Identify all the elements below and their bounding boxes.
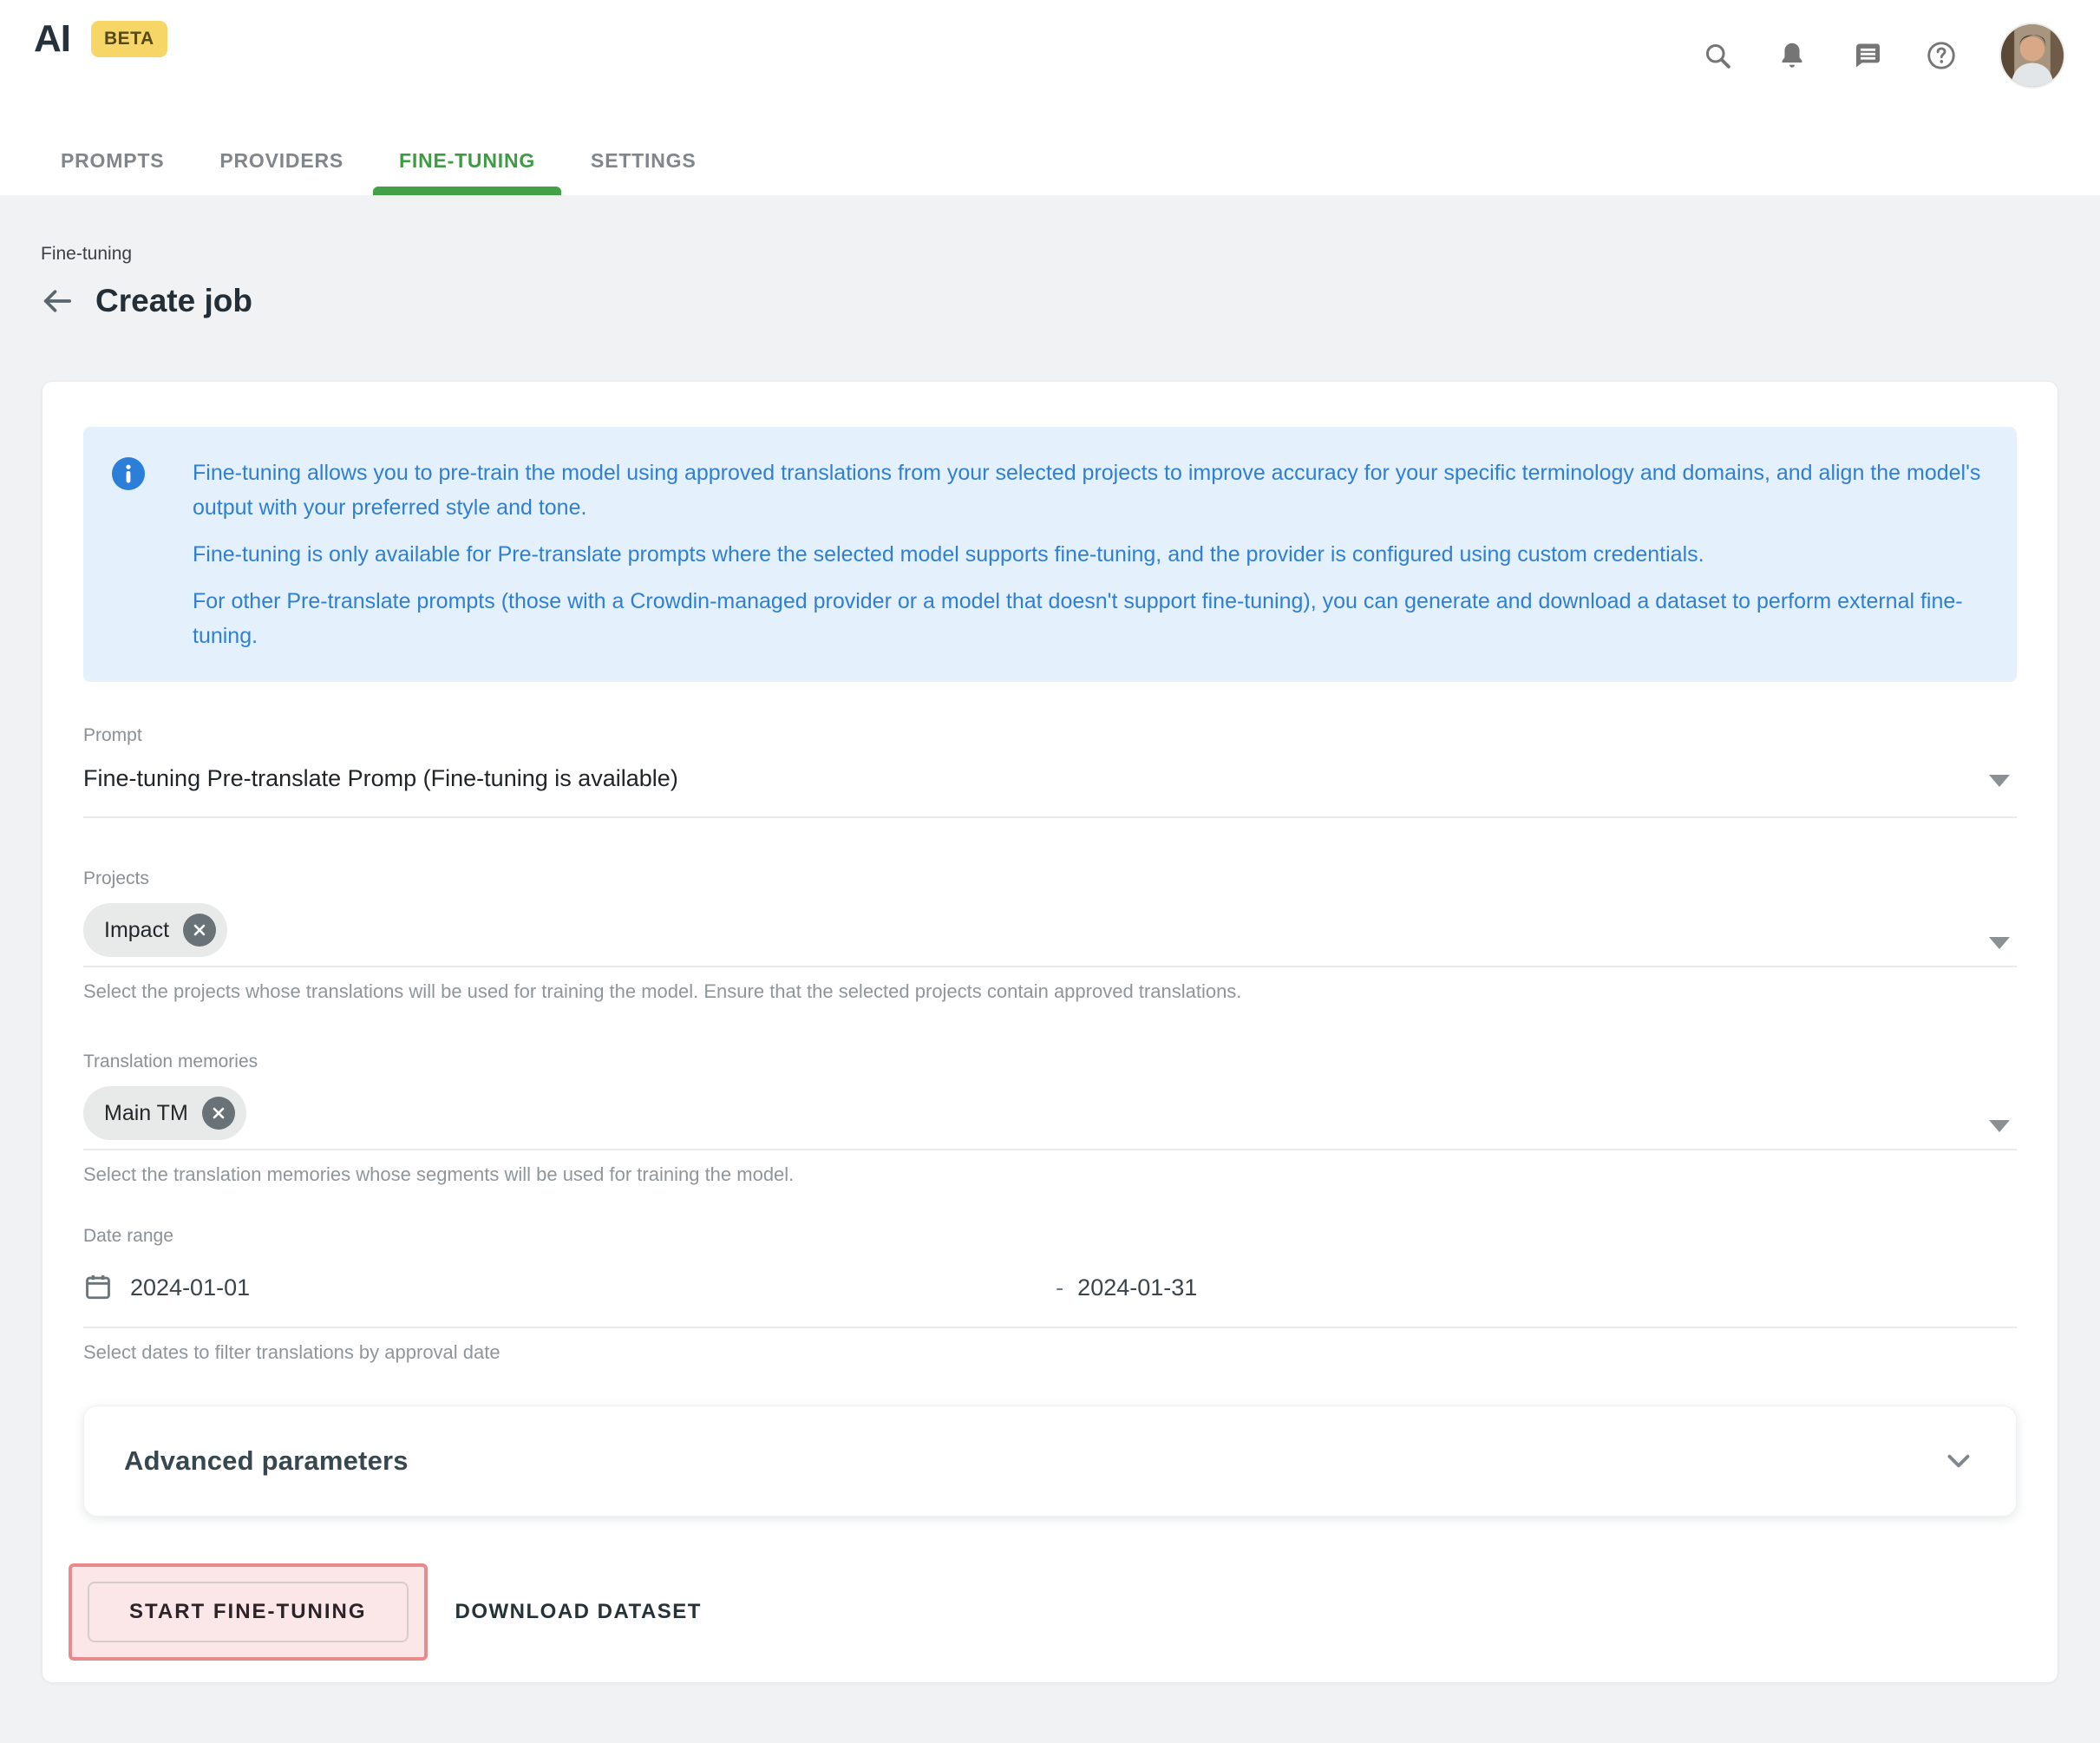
translation-memories-label: Translation memories — [83, 1052, 2017, 1072]
tab-label: FINE-TUNING — [399, 149, 535, 172]
back-arrow-icon[interactable] — [38, 282, 76, 320]
app-logo: AI — [34, 17, 70, 61]
date-range-helper-text: Select dates to filter translations by a… — [83, 1341, 2017, 1364]
chevron-down-icon[interactable] — [1989, 937, 2010, 949]
tab-fine-tuning[interactable]: FINE-TUNING — [373, 149, 561, 195]
start-date-input[interactable]: 2024-01-01 — [130, 1274, 250, 1301]
remove-chip-icon[interactable] — [202, 1097, 235, 1130]
advanced-parameters-title: Advanced parameters — [124, 1445, 409, 1477]
date-range-label: Date range — [83, 1226, 2017, 1247]
page-title: Create job — [95, 283, 252, 319]
date-start-group: 2024-01-01 — [83, 1272, 1056, 1303]
tm-chip-row[interactable]: Main TM — [83, 1086, 2017, 1140]
advanced-parameters-accordion[interactable]: Advanced parameters — [83, 1406, 2017, 1517]
project-chip: Impact — [83, 903, 227, 957]
beta-badge: BETA — [91, 21, 167, 57]
tab-label: PROVIDERS — [219, 149, 343, 172]
date-range-row: 2024-01-01 - 2024-01-31 — [83, 1268, 2017, 1307]
info-box: Fine-tuning allows you to pre-train the … — [83, 427, 2017, 682]
projects-chip-row[interactable]: Impact — [83, 903, 2017, 957]
logo-row: AI BETA — [34, 17, 167, 61]
date-separator: - — [1056, 1274, 1063, 1301]
end-date-input[interactable]: 2024-01-31 — [1077, 1274, 1197, 1301]
tm-chip: Main TM — [83, 1086, 246, 1140]
chevron-down-icon[interactable] — [1989, 775, 2010, 787]
prompt-label: Prompt — [83, 725, 2017, 746]
header-icons — [1701, 23, 2065, 88]
tab-prompts[interactable]: PROMPTS — [35, 149, 190, 195]
field-underline — [83, 966, 2017, 967]
projects-helper-text: Select the projects whose translations w… — [83, 980, 2017, 1003]
field-underline — [83, 1149, 2017, 1150]
create-job-card: Fine-tuning allows you to pre-train the … — [42, 381, 2058, 1683]
app-header: AI BETA — [0, 0, 2100, 195]
breadcrumb: Fine-tuning — [41, 244, 2100, 265]
tab-settings[interactable]: SETTINGS — [565, 149, 722, 195]
actions-row: START FINE-TUNING DOWNLOAD DATASET — [83, 1563, 2017, 1661]
field-underline — [83, 816, 2017, 818]
download-dataset-button[interactable]: DOWNLOAD DATASET — [455, 1600, 702, 1624]
user-avatar[interactable] — [1999, 23, 2065, 88]
chip-label: Impact — [104, 918, 169, 943]
date-range-field: Date range 2024-01-01 - 2024-01-31 Selec… — [83, 1226, 2017, 1364]
prompt-field: Prompt Fine-tuning Pre-translate Promp (… — [83, 725, 2017, 818]
info-paragraph: Fine-tuning allows you to pre-train the … — [193, 455, 1982, 525]
projects-field: Projects Impact Select the projects whos… — [83, 868, 2017, 1003]
main-tabs: PROMPTS PROVIDERS FINE-TUNING SETTINGS — [35, 149, 722, 195]
remove-chip-icon[interactable] — [183, 914, 216, 947]
info-texts: Fine-tuning allows you to pre-train the … — [193, 455, 1982, 653]
chevron-down-icon[interactable] — [1989, 1120, 2010, 1132]
prompt-select[interactable]: Fine-tuning Pre-translate Promp (Fine-tu… — [83, 765, 2017, 792]
help-icon[interactable] — [1925, 39, 1958, 72]
projects-label: Projects — [83, 868, 2017, 889]
info-paragraph: Fine-tuning is only available for Pre-tr… — [193, 537, 1982, 572]
chevron-down-icon — [1943, 1445, 1974, 1477]
active-tab-indicator — [373, 187, 561, 195]
info-paragraph: For other Pre-translate prompts (those w… — [193, 584, 1982, 653]
translation-memories-field: Translation memories Main TM Select the … — [83, 1052, 2017, 1186]
tab-providers[interactable]: PROVIDERS — [193, 149, 370, 195]
tab-label: SETTINGS — [591, 149, 696, 172]
calendar-icon[interactable] — [83, 1272, 113, 1303]
notifications-bell-icon[interactable] — [1776, 39, 1809, 72]
start-fine-tuning-button[interactable]: START FINE-TUNING — [88, 1582, 409, 1642]
chat-icon[interactable] — [1850, 39, 1883, 72]
chip-label: Main TM — [104, 1101, 188, 1126]
info-icon — [112, 457, 145, 490]
search-icon[interactable] — [1701, 39, 1734, 72]
tab-label: PROMPTS — [61, 149, 164, 172]
title-row: Create job — [38, 282, 2100, 320]
tm-helper-text: Select the translation memories whose se… — [83, 1163, 2017, 1186]
field-underline — [83, 1327, 2017, 1328]
highlight-annotation: START FINE-TUNING — [69, 1563, 428, 1661]
